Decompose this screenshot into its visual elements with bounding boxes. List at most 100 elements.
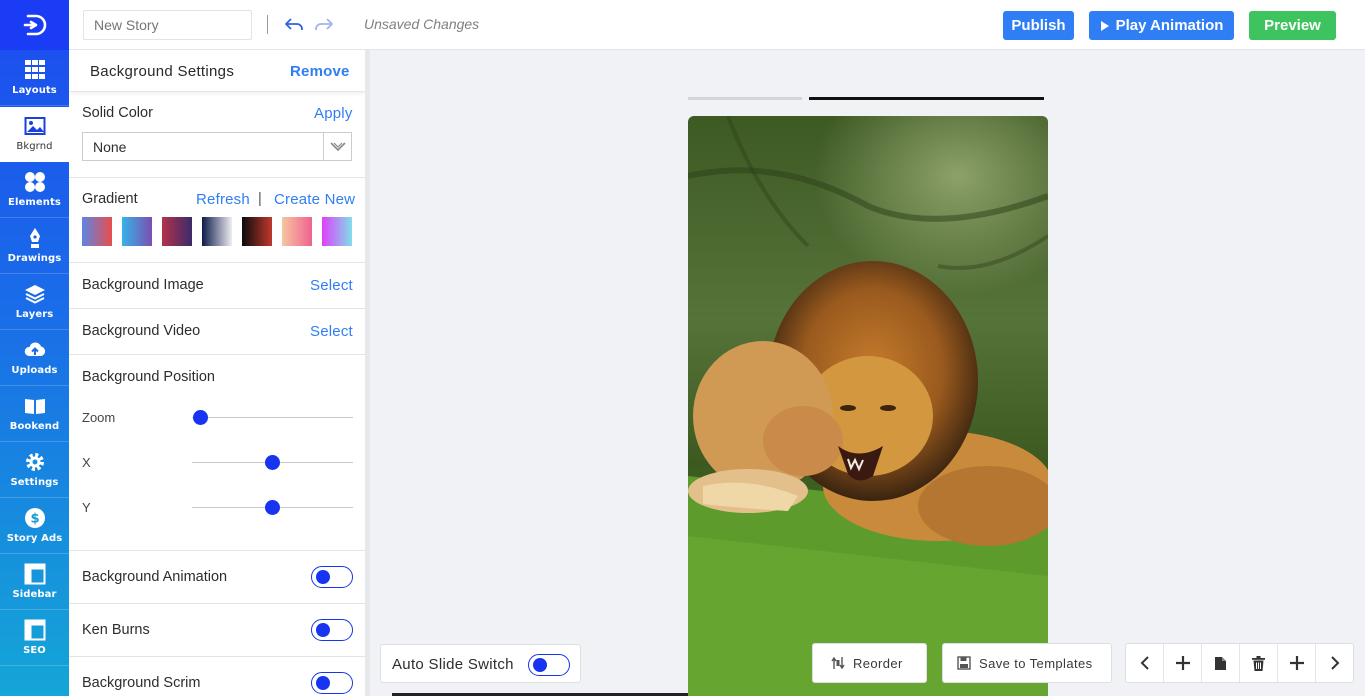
gradient-label: Gradient: [82, 191, 138, 207]
redo-icon[interactable]: [313, 14, 335, 36]
sidebar-item-label: Settings: [10, 477, 59, 488]
gradient-swatch[interactable]: [162, 217, 192, 246]
sidebar-item-label: SEO: [23, 645, 46, 656]
sidebar-item-story-ads[interactable]: $ Story Ads: [0, 499, 69, 554]
chevron-down-icon: [329, 141, 346, 151]
create-new-link[interactable]: Create New: [274, 191, 355, 208]
unsaved-status: Unsaved Changes: [364, 16, 480, 32]
sidebar-icon: [24, 563, 45, 585]
sidebar-item-label: Story Ads: [6, 533, 63, 544]
y-slider-thumb[interactable]: [265, 500, 280, 515]
add-slide-before-button[interactable]: [1164, 644, 1202, 682]
sidebar-item-drawings[interactable]: Drawings: [0, 219, 69, 274]
zoom-slider-thumb[interactable]: [192, 410, 208, 425]
shapes-icon: [24, 172, 45, 192]
y-label: Y: [82, 500, 91, 515]
ken-burns-toggle[interactable]: [311, 619, 353, 641]
lion-photo: [688, 116, 1048, 696]
sidebar-item-bookend[interactable]: Bookend: [0, 387, 69, 442]
undo-icon[interactable]: [283, 14, 305, 36]
reorder-button[interactable]: Reorder: [812, 643, 927, 683]
play-icon: [1100, 20, 1109, 31]
background-scrim-toggle[interactable]: [311, 672, 353, 694]
sidebar-item-settings[interactable]: Settings: [0, 443, 69, 498]
solid-color-select[interactable]: None: [82, 132, 352, 161]
gradient-swatch[interactable]: [282, 217, 312, 246]
sidebar-item-layouts[interactable]: Layouts: [0, 51, 69, 106]
sidebar-item-label: Layers: [15, 309, 54, 320]
background-animation-toggle[interactable]: [311, 566, 353, 588]
refresh-link[interactable]: Refresh: [196, 191, 250, 208]
sidebar-item-label: Sidebar: [12, 589, 57, 600]
toggle-knob: [316, 623, 330, 637]
save-to-templates-button[interactable]: Save to Templates: [942, 643, 1112, 683]
x-label: X: [82, 455, 91, 470]
remove-link[interactable]: Remove: [290, 63, 350, 80]
divider: [69, 354, 365, 355]
solid-color-label: Solid Color: [82, 105, 153, 121]
story-slide-canvas[interactable]: [688, 116, 1048, 696]
zoom-slider-track[interactable]: [192, 417, 353, 418]
divider: [69, 308, 365, 309]
divider: [69, 656, 365, 657]
gradient-swatch[interactable]: [242, 217, 272, 246]
seo-icon: [24, 619, 45, 641]
zoom-label: Zoom: [82, 410, 116, 425]
grid-icon: [24, 60, 45, 79]
svg-text:$: $: [30, 512, 39, 527]
select-video-link[interactable]: Select: [310, 323, 353, 340]
gradient-swatch[interactable]: [322, 217, 352, 246]
panel-scrollbar[interactable]: [365, 50, 370, 696]
story-name-input[interactable]: [83, 10, 252, 40]
sidebar-item-uploads[interactable]: Uploads: [0, 331, 69, 386]
save-icon: [957, 656, 971, 670]
app-logo[interactable]: [0, 0, 69, 50]
logo-icon: [23, 14, 46, 36]
book-icon: [24, 399, 45, 414]
divider: [69, 550, 365, 551]
divider: [69, 262, 365, 263]
divider: [69, 603, 365, 604]
add-slide-after-button[interactable]: [1278, 644, 1316, 682]
delete-slide-button[interactable]: [1240, 644, 1278, 682]
play-animation-button[interactable]: Play Animation: [1089, 11, 1234, 40]
preview-button[interactable]: Preview: [1249, 11, 1336, 40]
auto-slide-toggle[interactable]: [528, 654, 570, 676]
background-animation-label: Background Animation: [82, 569, 228, 585]
plus-icon: [1289, 656, 1304, 670]
dropdown-arrow[interactable]: [323, 133, 351, 160]
sidebar-item-sidebar[interactable]: Sidebar: [0, 555, 69, 610]
duplicate-slide-button[interactable]: [1202, 644, 1240, 682]
previous-slide-button[interactable]: [1126, 644, 1164, 682]
apply-link[interactable]: Apply: [314, 105, 353, 122]
auto-slide-label: Auto Slide Switch: [392, 656, 514, 673]
gradient-swatch[interactable]: [122, 217, 152, 246]
sidebar-item-elements[interactable]: Elements: [0, 163, 69, 218]
gradient-swatch[interactable]: [82, 217, 112, 246]
link-separator: |: [258, 191, 262, 207]
background-settings-panel: Background Settings Remove Solid Color A…: [69, 50, 370, 696]
x-slider-thumb[interactable]: [265, 455, 280, 470]
reorder-icon: [831, 656, 845, 670]
select-image-link[interactable]: Select: [310, 277, 353, 294]
trash-icon: [1252, 655, 1265, 671]
next-slide-button[interactable]: [1316, 644, 1353, 682]
slide-progress-current: [809, 97, 1044, 100]
gradient-swatch[interactable]: [202, 217, 232, 246]
publish-button[interactable]: Publish: [1003, 11, 1074, 40]
sidebar-item-seo[interactable]: SEO: [0, 611, 69, 666]
play-animation-label: Play Animation: [1115, 17, 1224, 34]
sidebar-item-label: Uploads: [11, 365, 58, 376]
cloud-upload-icon: [24, 342, 45, 356]
copy-icon: [1215, 656, 1226, 670]
divider: [69, 177, 365, 178]
image-icon: [24, 117, 45, 135]
panel-title: Background Settings: [90, 63, 235, 80]
pen-icon: [29, 228, 40, 248]
sidebar-item-bkgrnd[interactable]: Bkgrnd: [0, 107, 69, 162]
publish-label: Publish: [1011, 17, 1066, 34]
dollar-icon: $: [24, 508, 45, 528]
preview-label: Preview: [1264, 17, 1321, 34]
sidebar-item-layers[interactable]: Layers: [0, 275, 69, 330]
solid-color-value: None: [93, 139, 127, 155]
